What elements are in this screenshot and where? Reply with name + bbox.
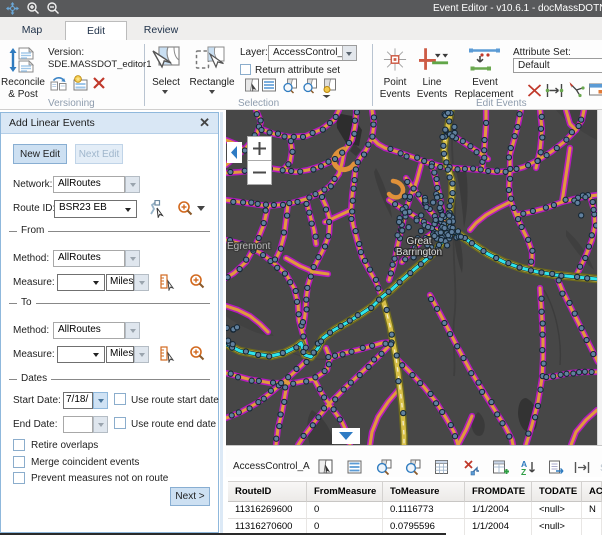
svg-text:Egremont: Egremont: [227, 241, 271, 252]
svg-text:Z: Z: [521, 467, 526, 476]
svg-text:Barrington: Barrington: [396, 247, 442, 258]
svg-text:Great: Great: [406, 236, 431, 247]
